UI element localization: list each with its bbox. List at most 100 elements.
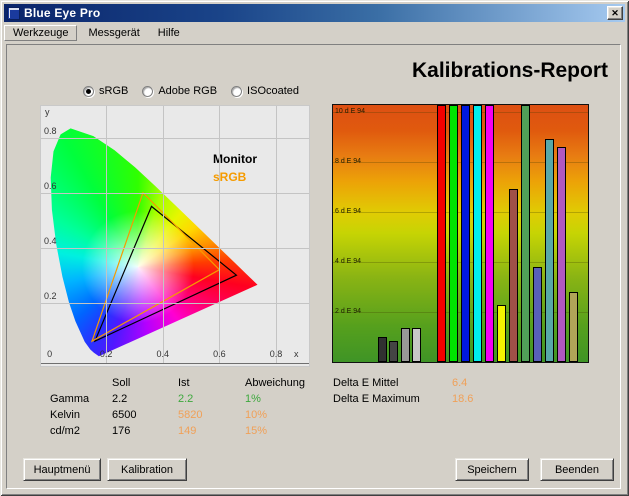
cie-gridline-x <box>276 106 277 363</box>
kalibration-button[interactable]: Kalibration <box>107 458 187 481</box>
gamut-triangle-monitor <box>95 206 237 341</box>
chart-tick-label: 8 d E 94 <box>335 158 361 166</box>
speichern-button[interactable]: Speichern <box>455 458 529 481</box>
cie-chromaticity-diagram: Monitor sRGB 00.20.40.60.8x0.80.60.40.2y <box>40 105 310 367</box>
cdm2-ist: 149 <box>178 425 245 437</box>
cie-y-tick-label: 0.8 <box>44 126 66 136</box>
row-label-gamma: Gamma <box>50 393 112 405</box>
radio-srgb-label[interactable]: sRGB <box>99 85 128 97</box>
bar-teal <box>545 139 554 362</box>
results-row-gamma: Gamma 2.2 2.2 1% <box>50 391 325 407</box>
menu-bar: Werkzeuge Messgerät Hilfe <box>4 23 625 42</box>
delta-e-maximum-value: 18.6 <box>452 393 473 405</box>
header-soll: Soll <box>112 377 178 389</box>
chart-tick-label: 2 d E 94 <box>335 308 361 316</box>
kelvin-abweichung: 10% <box>245 409 325 421</box>
cie-x-tick-label: 0.8 <box>265 349 287 359</box>
bar-magenta <box>485 105 494 362</box>
radio-button-icon[interactable] <box>83 86 94 97</box>
gamma-abweichung: 1% <box>245 393 325 405</box>
bar-white <box>412 328 421 362</box>
delta-e-maximum-label: Delta E Maximum <box>333 393 452 405</box>
cie-y-tick-label: 0.2 <box>44 291 66 301</box>
bar-cyan <box>473 105 482 362</box>
results-table: Soll Ist Abweichung Gamma 2.2 2.2 1% Kel… <box>50 375 325 439</box>
delta-e-mittel-value: 6.4 <box>452 377 467 389</box>
results-header-row: Soll Ist Abweichung <box>50 375 325 391</box>
bar-black <box>378 337 387 362</box>
legend-srgb-label: sRGB <box>213 170 246 184</box>
cie-x-axis-label: x <box>294 349 316 359</box>
bar-blue <box>461 105 470 362</box>
bar-slate-blue <box>533 267 542 362</box>
cie-y-tick-label: 0.4 <box>44 236 66 246</box>
results-row-kelvin: Kelvin 6500 5820 10% <box>50 407 325 423</box>
gamut-triangles <box>41 106 309 366</box>
chart-tick-label: 4 d E 94 <box>335 258 361 266</box>
cie-gridline-y <box>41 193 309 194</box>
radio-button-icon[interactable] <box>142 86 153 97</box>
cie-gridline-y <box>41 138 309 139</box>
radio-srgb[interactable]: sRGB <box>83 85 128 97</box>
cie-x-tick-label: 0.4 <box>152 349 174 359</box>
header-ist: Ist <box>178 377 245 389</box>
cie-x-tick-label: 0.6 <box>208 349 230 359</box>
bar-red <box>437 105 446 362</box>
bar-gray <box>401 328 410 362</box>
delta-e-maximum-row: Delta E Maximum 18.6 <box>333 391 473 407</box>
window-title: Blue Eye Pro <box>24 6 607 20</box>
gamut-triangle-srgb <box>92 193 219 342</box>
delta-e-mittel-row: Delta E Mittel 6.4 <box>333 375 473 391</box>
page-title: Kalibrations-Report <box>412 59 608 83</box>
delta-e-summary: Delta E Mittel 6.4 Delta E Maximum 18.6 <box>333 375 473 407</box>
cie-y-axis-label: y <box>45 107 67 117</box>
row-label-kelvin: Kelvin <box>50 409 112 421</box>
report-panel: sRGB Adobe RGB ISOcoated Kalibrations-Re… <box>6 44 621 489</box>
cie-y-tick-label: 0.6 <box>44 181 66 191</box>
title-bar[interactable]: Blue Eye Pro ✕ <box>4 4 625 22</box>
close-button[interactable]: ✕ <box>607 6 623 20</box>
cie-gridline-x <box>106 106 107 363</box>
kelvin-ist: 5820 <box>178 409 245 421</box>
menu-item-messgeraet[interactable]: Messgerät <box>79 25 148 41</box>
cie-gridline-x <box>219 106 220 363</box>
cie-gridline-x <box>163 106 164 363</box>
delta-e-bar-chart: 2 d E 94 4 d E 94 6 d E 94 8 d E 94 10 d E 9… <box>332 104 589 363</box>
cie-x-axis-line <box>41 363 309 364</box>
bar-orchid <box>557 147 566 362</box>
radio-adobe-rgb-label[interactable]: Adobe RGB <box>158 85 217 97</box>
row-label-cdm2: cd/m2 <box>50 425 112 437</box>
radio-button-icon[interactable] <box>231 86 242 97</box>
app-window: Blue Eye Pro ✕ Werkzeuge Messgerät Hilfe… <box>0 0 629 496</box>
bar-sea-green <box>521 105 530 362</box>
bar-yellow <box>497 305 506 362</box>
header-abweichung: Abweichung <box>245 377 325 389</box>
hauptmenu-button[interactable]: Hauptmenü <box>23 458 101 481</box>
radio-isocoated-label[interactable]: ISOcoated <box>247 85 299 97</box>
gamma-ist: 2.2 <box>178 393 245 405</box>
results-row-cdm2: cd/m2 176 149 15% <box>50 423 325 439</box>
cie-gridline-y <box>41 303 309 304</box>
bar-red-brown <box>509 189 518 362</box>
cie-x-tick-label: 0 <box>39 349 61 359</box>
bar-dark-gray <box>389 341 398 362</box>
menu-item-werkzeuge[interactable]: Werkzeuge <box>4 25 77 41</box>
app-icon <box>7 7 20 20</box>
chart-tick-label: 10 d E 94 <box>335 108 365 116</box>
bar-green <box>449 105 458 362</box>
delta-e-mittel-label: Delta E Mittel <box>333 377 452 389</box>
gamma-soll: 2.2 <box>112 393 178 405</box>
menu-item-hilfe[interactable]: Hilfe <box>149 25 189 41</box>
chart-tick-label: 6 d E 94 <box>335 208 361 216</box>
cdm2-abweichung: 15% <box>245 425 325 437</box>
kelvin-soll: 6500 <box>112 409 178 421</box>
beenden-button[interactable]: Beenden <box>540 458 614 481</box>
profile-radio-group: sRGB Adobe RGB ISOcoated <box>83 85 299 97</box>
cie-x-tick-label: 0.2 <box>95 349 117 359</box>
radio-adobe-rgb[interactable]: Adobe RGB <box>142 85 217 97</box>
radio-isocoated[interactable]: ISOcoated <box>231 85 299 97</box>
close-icon: ✕ <box>611 8 619 18</box>
cie-gridline-y <box>41 248 309 249</box>
bar-dark-khaki <box>569 292 578 362</box>
cdm2-soll: 176 <box>112 425 178 437</box>
